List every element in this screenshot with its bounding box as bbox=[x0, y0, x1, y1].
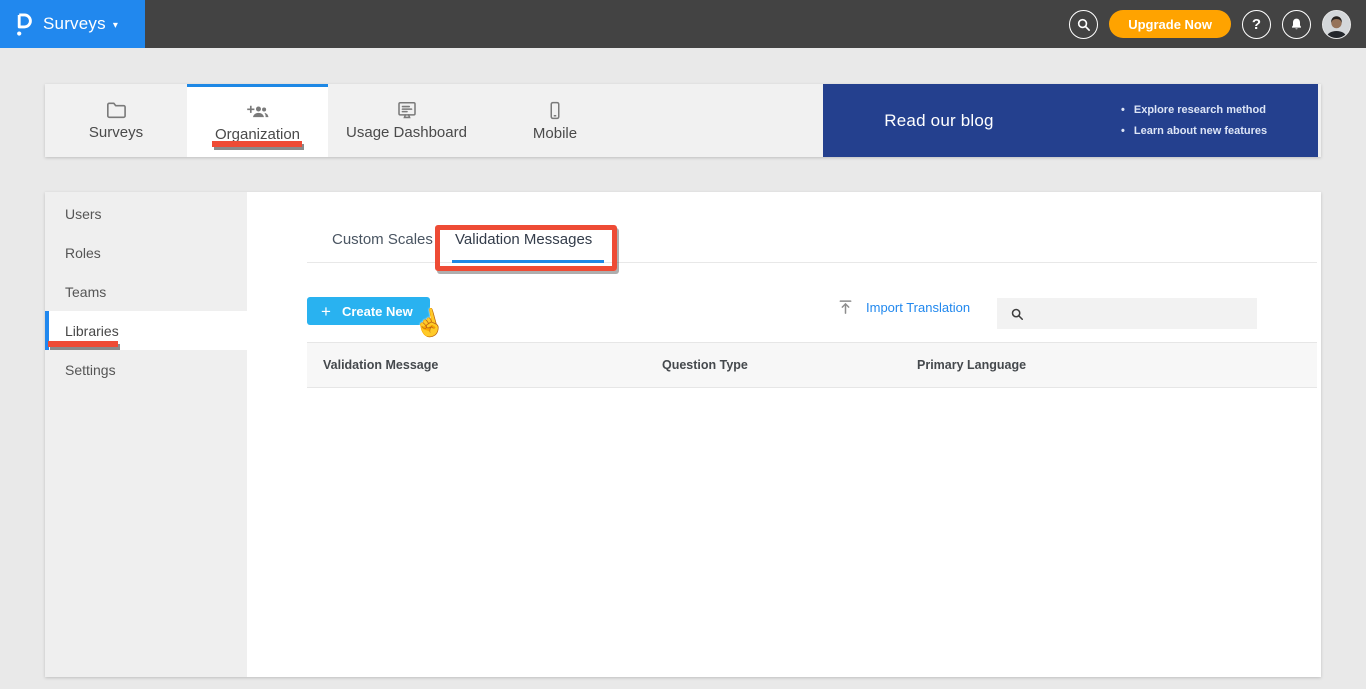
blog-promo-panel[interactable]: Read our blog • Explore research method … bbox=[823, 84, 1318, 157]
top-bar: Surveys ▾ Upgrade Now ? bbox=[0, 0, 1366, 48]
bell-icon bbox=[1289, 17, 1304, 32]
promo-bullet-item: • Learn about new features bbox=[1121, 125, 1268, 137]
tab-custom-scales[interactable]: Custom Scales bbox=[332, 231, 433, 248]
nav-tab-mobile[interactable]: Mobile bbox=[485, 84, 625, 157]
smartphone-icon bbox=[545, 100, 565, 121]
upgrade-now-button[interactable]: Upgrade Now bbox=[1109, 10, 1231, 38]
search-input[interactable] bbox=[1032, 298, 1257, 329]
sidebar-item-users[interactable]: Users bbox=[45, 194, 247, 233]
folder-icon bbox=[105, 100, 127, 120]
questionpro-logo-icon bbox=[13, 11, 34, 38]
sidebar-item-teams[interactable]: Teams bbox=[45, 272, 247, 311]
search-icon bbox=[1010, 307, 1024, 321]
table-header-row: Validation Message Question Type Primary… bbox=[307, 342, 1317, 388]
nav-tab-label: Usage Dashboard bbox=[346, 124, 467, 141]
nav-tab-label: Surveys bbox=[88, 124, 144, 141]
group-add-icon bbox=[246, 102, 270, 122]
annotation-underline-libraries bbox=[48, 341, 118, 347]
module-nav: Surveys Organization Usage Dashboard Mob… bbox=[45, 84, 1321, 157]
nav-tab-label: Organization bbox=[214, 125, 301, 143]
topbar-actions: Upgrade Now ? bbox=[1069, 0, 1366, 48]
nav-tab-label: Mobile bbox=[532, 124, 578, 142]
column-header-validation-message: Validation Message bbox=[323, 358, 439, 372]
create-new-button[interactable]: + Create New bbox=[307, 297, 430, 325]
bullet-icon: • bbox=[1121, 125, 1125, 137]
nav-tab-usage-dashboard[interactable]: Usage Dashboard bbox=[328, 84, 485, 157]
plus-icon: + bbox=[321, 301, 331, 321]
column-header-question-type: Question Type bbox=[662, 358, 748, 372]
import-translation-link[interactable]: Import Translation bbox=[838, 299, 970, 315]
avatar[interactable] bbox=[1322, 9, 1351, 39]
sidebar-item-settings[interactable]: Settings bbox=[45, 350, 247, 389]
search-icon bbox=[1076, 17, 1091, 32]
upload-icon bbox=[838, 299, 853, 315]
dashboard-screen-icon bbox=[396, 100, 418, 120]
organization-panel: Users Roles Teams Libraries Settings Cus… bbox=[45, 192, 1321, 677]
promo-title: Read our blog bbox=[884, 110, 994, 130]
bullet-icon: • bbox=[1121, 104, 1125, 116]
annotation-box-validation-messages bbox=[435, 225, 617, 271]
sidebar-item-roles[interactable]: Roles bbox=[45, 233, 247, 272]
promo-bullet-item: • Explore research method bbox=[1121, 104, 1266, 116]
libraries-content: Custom Scales Validation Messages + Crea… bbox=[247, 192, 1321, 677]
promo-bullet-list: • Explore research method • Learn about … bbox=[1121, 104, 1267, 137]
user-photo bbox=[1323, 10, 1350, 38]
product-switcher[interactable]: Surveys ▾ bbox=[0, 0, 145, 48]
search-button[interactable] bbox=[1069, 9, 1099, 39]
notifications-button[interactable] bbox=[1282, 9, 1311, 39]
help-button[interactable]: ? bbox=[1242, 9, 1271, 39]
nav-tab-surveys[interactable]: Surveys bbox=[45, 84, 187, 157]
product-name: Surveys bbox=[43, 14, 106, 33]
chevron-down-icon: ▾ bbox=[112, 19, 118, 31]
column-header-primary-language: Primary Language bbox=[917, 358, 1027, 372]
table-search bbox=[997, 298, 1257, 329]
settings-sidebar: Users Roles Teams Libraries Settings bbox=[45, 192, 247, 677]
question-mark-icon: ? bbox=[1251, 15, 1262, 33]
annotation-underline-organization bbox=[212, 141, 302, 147]
